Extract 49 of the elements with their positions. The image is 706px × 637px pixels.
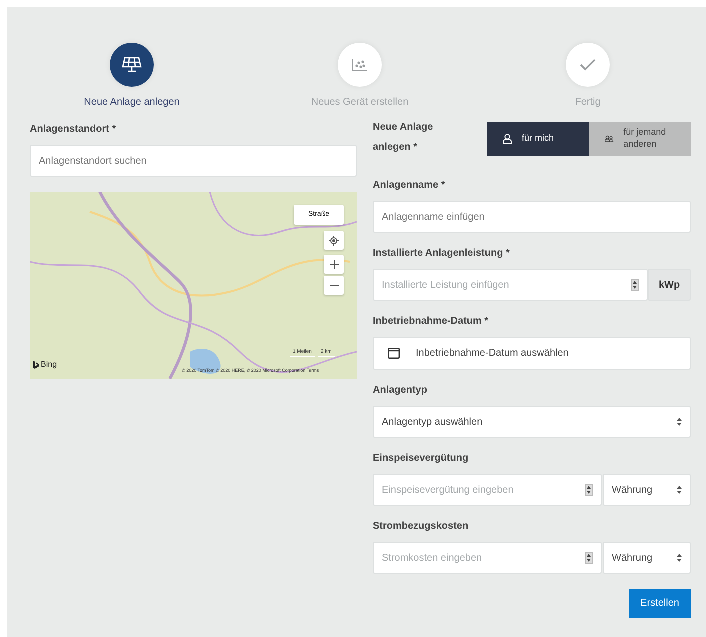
map-logo-text: Bing [41,359,58,371]
field-label: Strombezugskosten [373,520,470,534]
toggle-option[interactable]: für jemand anderen [589,122,691,156]
field-label: Anlagenstandort * [30,123,118,137]
field-label: Anlagentyp [373,384,428,398]
field-label: Anlagenname * [373,179,446,193]
calendar-icon [388,348,400,359]
crosshair-icon [329,236,339,246]
field-label: Inbetriebnahme-Datum * [373,315,490,329]
placeholder-text: Installierte Leistung einfügen [382,278,510,292]
dropdown-field[interactable]: Anlagentyp auswählen [373,406,691,438]
spinner-arrows-icon[interactable] [585,484,593,496]
field-label: Installierte Anlagenleistung * [373,247,511,261]
plus-icon [330,260,338,269]
currency-dropdown[interactable]: Währung [603,474,691,506]
step-label: Neue Anlage anlegen [84,96,180,110]
checkmark-icon [580,59,596,71]
step-label: Neues Gerät erstellen [311,96,409,110]
minus-icon [330,285,338,286]
solar-panel-icon [122,56,142,74]
people-icon [605,134,614,144]
step-label: Fertig [575,96,601,110]
scatter-chart-icon [352,58,368,72]
zoom-in-button[interactable] [324,255,344,274]
search-field[interactable]: Anlagenstandort suchen [30,145,357,177]
person-icon [503,134,512,144]
placeholder-text: Stromkosten eingeben [382,552,482,566]
placeholder-text: Einspeisevergütung eingeben [382,484,514,498]
toggle-option[interactable]: für mich [487,122,589,156]
bing-logo-icon [33,361,39,369]
spinner-arrows-icon[interactable] [585,552,593,564]
selected-value: Anlagentyp auswählen [382,416,483,430]
spinner-arrows-icon[interactable] [631,279,639,291]
dropdown-caret-icon [677,486,682,494]
unit-label: kWp [648,269,691,301]
locate-button[interactable] [324,231,344,250]
currency-dropdown[interactable]: Währung [603,542,691,574]
step-circle[interactable] [110,43,154,87]
date-field[interactable]: Inbetriebnahme-Datum auswählen [373,337,691,370]
placeholder-text: Inbetriebnahme-Datum auswählen [416,347,569,361]
create-button[interactable]: Erstellen [629,589,691,618]
selected-value: Währung [612,552,653,566]
zoom-out-button[interactable] [324,276,344,295]
dropdown-caret-icon [677,554,682,562]
dropdown-caret-icon [677,418,682,426]
field-label: Einspeisevergütung [373,452,470,466]
text-field[interactable]: Anlagenname einfügen [373,201,691,233]
field-label: Neue Anlage anlegen * [373,121,434,155]
selected-value: Währung [612,484,653,498]
